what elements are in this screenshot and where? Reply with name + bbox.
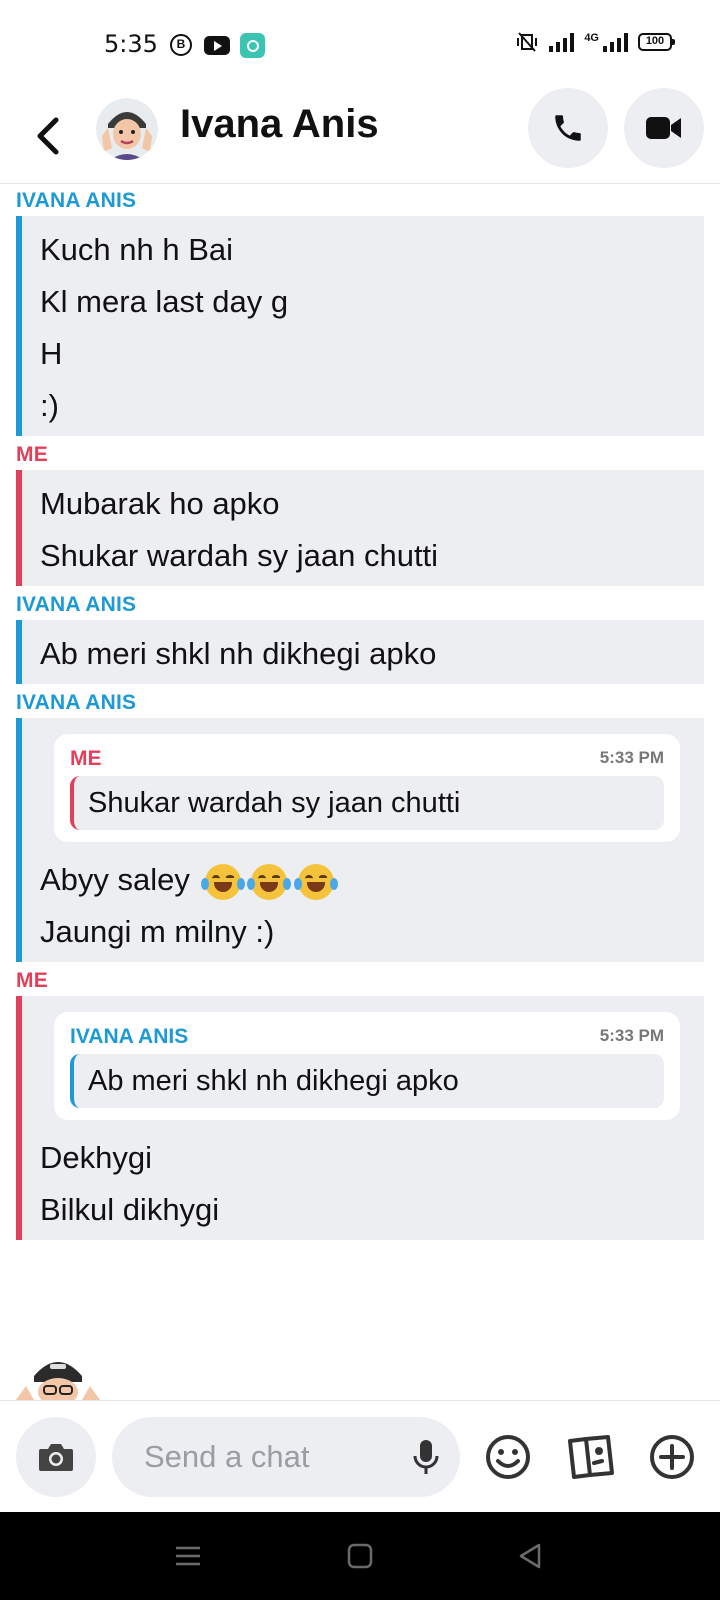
- message-text[interactable]: H: [40, 328, 704, 380]
- sender-label: ME: [16, 969, 48, 992]
- quote-text: Shukar wardah sy jaan chutti: [70, 776, 664, 830]
- quote-time: 5:33 PM: [599, 748, 664, 767]
- message-text[interactable]: Jaungi m milny :): [40, 906, 704, 958]
- message-text-row[interactable]: Abyy saley: [40, 854, 704, 906]
- message-block[interactable]: ME 5:33 PM Shukar wardah sy jaan chutti …: [16, 718, 704, 962]
- laughing-emoji-group: [200, 862, 338, 900]
- quote-time: 5:33 PM: [599, 1026, 664, 1045]
- system-nav-bar: [0, 1512, 720, 1600]
- quote-header: IVANA ANIS 5:33 PM: [70, 1020, 664, 1054]
- message-group: ME Mubarak ho apko Shukar wardah sy jaan…: [0, 440, 720, 586]
- mic-icon: [413, 1440, 439, 1474]
- bitmoji-peek[interactable]: [12, 1356, 104, 1400]
- mic-button[interactable]: [406, 1437, 446, 1477]
- message-text[interactable]: Kuch nh h Bai: [40, 224, 704, 276]
- sender-label: IVANA ANIS: [16, 189, 137, 212]
- status-right-icons: 4G 100: [515, 32, 675, 52]
- quote-sender: ME: [70, 747, 102, 770]
- sender-label: IVANA ANIS: [16, 593, 137, 616]
- chat-header: Ivana Anis: [0, 88, 720, 184]
- back-button[interactable]: [28, 110, 68, 162]
- message-text: Abyy saley: [40, 862, 190, 897]
- quoted-reply[interactable]: ME 5:33 PM Shukar wardah sy jaan chutti: [54, 734, 680, 842]
- chat-composer: [0, 1400, 720, 1512]
- cards-icon: [568, 1435, 614, 1479]
- message-text[interactable]: Dekhygi: [40, 1132, 704, 1184]
- message-text[interactable]: Bilkul dikhygi: [40, 1184, 704, 1236]
- camera-icon: [39, 1444, 73, 1471]
- joy-emoji-icon: [293, 863, 338, 900]
- message-group: IVANA ANIS Ab meri shkl nh dikhegi apko: [0, 590, 720, 684]
- phone-icon: [555, 115, 581, 141]
- avatar[interactable]: [96, 98, 158, 160]
- app-status-icon: [240, 33, 265, 58]
- quote-sender: IVANA ANIS: [70, 1025, 189, 1048]
- menu-icon: [176, 1546, 200, 1566]
- message-text[interactable]: Ab meri shkl nh dikhegi apko: [40, 628, 704, 680]
- back-triangle-icon: [519, 1543, 541, 1569]
- quote-text: Ab meri shkl nh dikhegi apko: [70, 1054, 664, 1108]
- sender-label: IVANA ANIS: [16, 691, 137, 714]
- message-list: IVANA ANIS Kuch nh h Bai Kl mera last da…: [0, 186, 720, 1244]
- message-text[interactable]: :): [40, 380, 704, 432]
- status-time: 5:35: [104, 30, 158, 58]
- camera-button[interactable]: [16, 1417, 96, 1497]
- message-group: IVANA ANIS ME 5:33 PM Shukar wardah sy j…: [0, 688, 720, 962]
- emoji-icon: [486, 1435, 530, 1479]
- sender-label: ME: [16, 443, 48, 466]
- call-button[interactable]: [528, 88, 608, 168]
- message-text[interactable]: Mubarak ho apko: [40, 478, 704, 530]
- joy-emoji-icon: [200, 863, 245, 900]
- message-block[interactable]: IVANA ANIS 5:33 PM Ab meri shkl nh dikhe…: [16, 996, 704, 1240]
- battery-icon: 100: [638, 33, 675, 51]
- message-block[interactable]: Kuch nh h Bai Kl mera last day g H :): [16, 216, 704, 436]
- message-block[interactable]: Mubarak ho apko Shukar wardah sy jaan ch…: [16, 470, 704, 586]
- message-group: IVANA ANIS Kuch nh h Bai Kl mera last da…: [0, 186, 720, 436]
- cards-button[interactable]: [564, 1431, 616, 1483]
- message-group: ME IVANA ANIS 5:33 PM Ab meri shkl nh di…: [0, 966, 720, 1240]
- contact-name[interactable]: Ivana Anis: [180, 102, 379, 147]
- signal-icon: [549, 32, 575, 52]
- plus-icon: [650, 1435, 694, 1479]
- system-back-button[interactable]: [512, 1538, 548, 1574]
- joy-emoji-icon: [247, 863, 292, 900]
- plus-button[interactable]: [646, 1431, 698, 1483]
- video-call-button[interactable]: [624, 88, 704, 168]
- quoted-reply[interactable]: IVANA ANIS 5:33 PM Ab meri shkl nh dikhe…: [54, 1012, 680, 1120]
- home-button[interactable]: [342, 1538, 378, 1574]
- video-icon: [646, 117, 681, 139]
- recents-button[interactable]: [170, 1538, 206, 1574]
- back-icon: [37, 117, 59, 155]
- b-status-icon: B: [170, 34, 192, 56]
- message-text[interactable]: Shukar wardah sy jaan chutti: [40, 530, 704, 582]
- message-block[interactable]: Ab meri shkl nh dikhegi apko: [16, 620, 704, 684]
- message-text[interactable]: Kl mera last day g: [40, 276, 704, 328]
- youtube-status-icon: [204, 36, 230, 55]
- home-square-icon: [347, 1543, 373, 1569]
- vibrate-mute-icon: [515, 32, 539, 52]
- status-bar: 5:35 B 4G 100: [0, 0, 720, 88]
- emoji-button[interactable]: [482, 1431, 534, 1483]
- quote-header: ME 5:33 PM: [70, 742, 664, 776]
- signal-icon-2: [603, 32, 628, 52]
- network-label: 4G: [584, 32, 599, 44]
